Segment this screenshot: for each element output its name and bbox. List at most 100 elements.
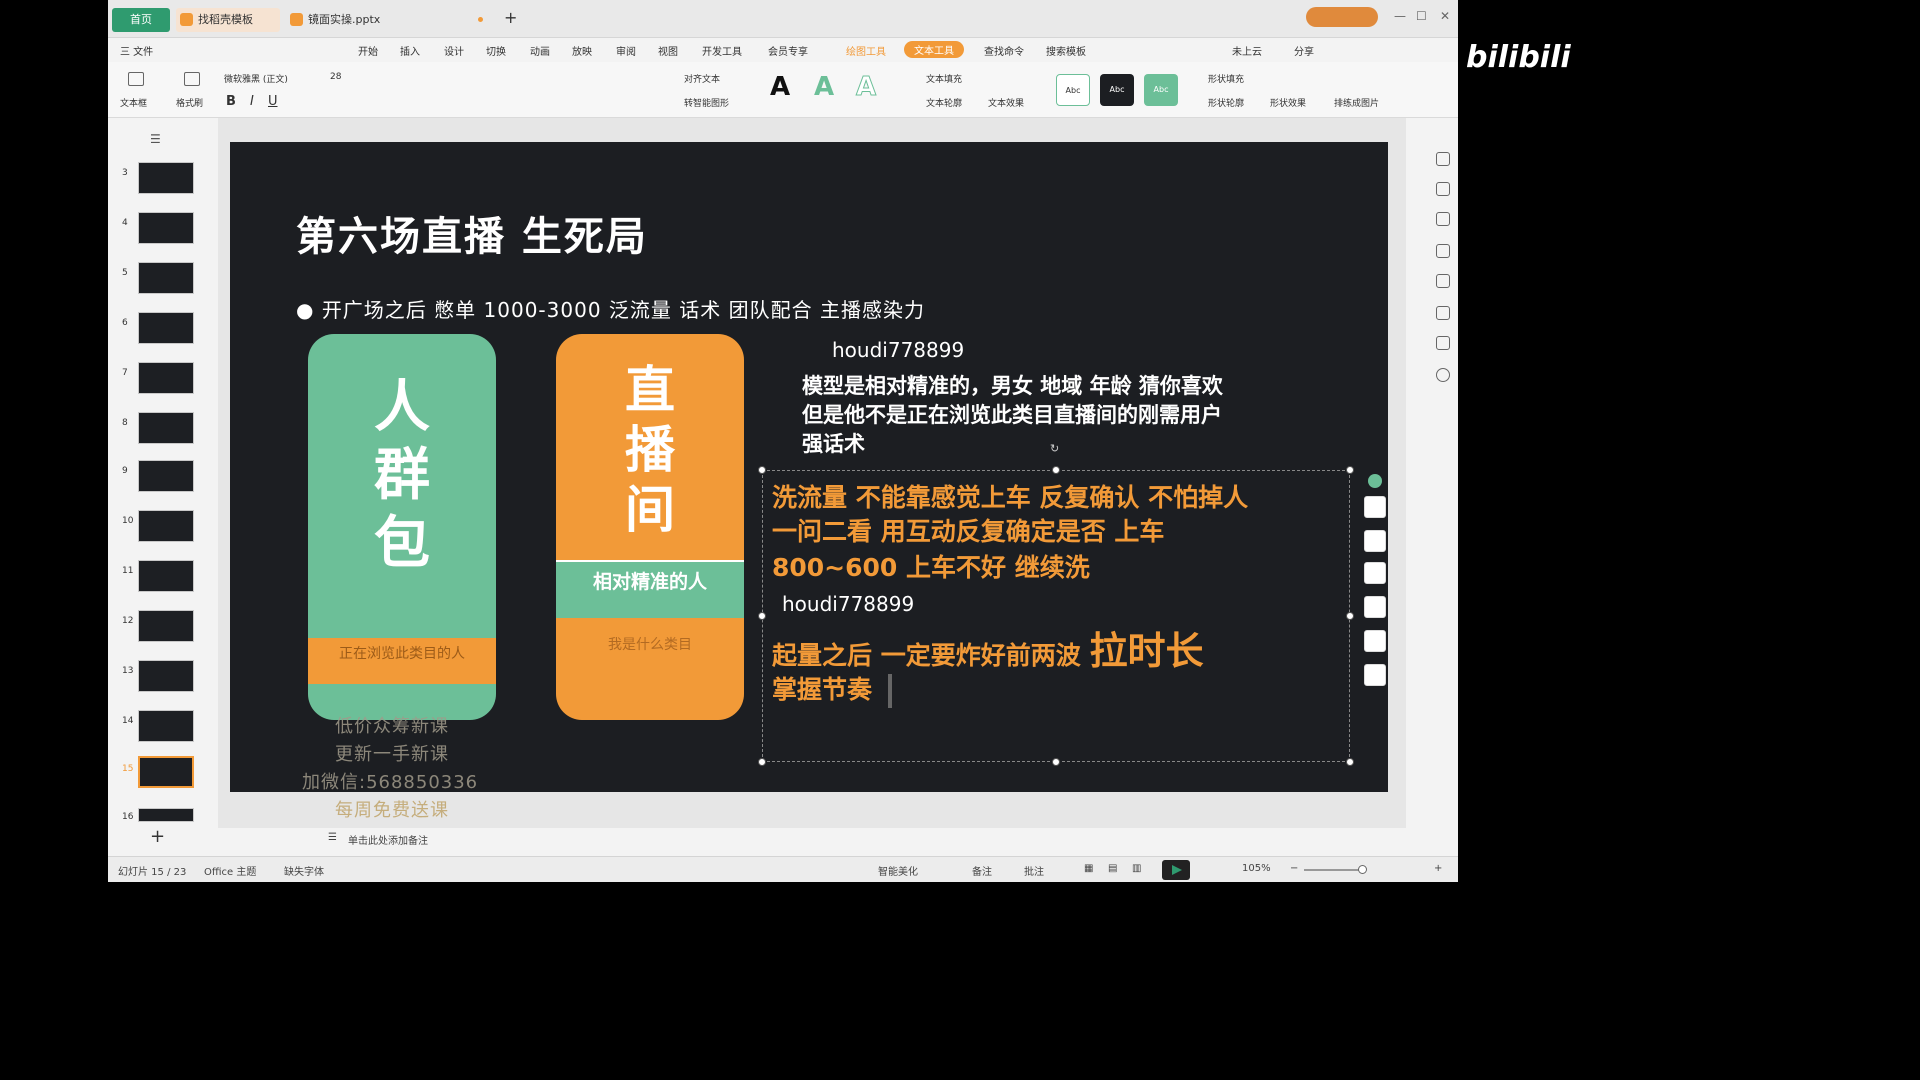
cloud-status[interactable]: 未上云	[1232, 43, 1262, 58]
copy-icon[interactable]	[1436, 244, 1450, 258]
zoom-slider-handle[interactable]	[1358, 865, 1367, 874]
outline-view-icon[interactable]: ☰	[150, 132, 161, 146]
slide-thumbnail[interactable]	[138, 808, 194, 822]
crop-icon[interactable]	[1364, 596, 1386, 618]
menu-file[interactable]: 三 文件	[120, 43, 153, 58]
zoom-level[interactable]: 105%	[1242, 863, 1271, 874]
slide-thumbnail[interactable]	[138, 412, 194, 444]
resize-handle[interactable]	[758, 612, 766, 620]
slide-thumbnail[interactable]	[138, 162, 194, 194]
normal-view-icon[interactable]: ▦	[1084, 863, 1093, 874]
menu-review[interactable]: 审阅	[616, 43, 636, 58]
map-pin-icon[interactable]	[1436, 306, 1450, 320]
text-style-green[interactable]: A	[814, 72, 834, 102]
menu-vip[interactable]: 会员专享	[768, 43, 808, 58]
slide-thumbnail[interactable]	[138, 460, 194, 492]
shape-style-green[interactable]: Abc	[1144, 74, 1178, 106]
slide-thumbnail-current[interactable]	[138, 756, 194, 788]
resize-handle[interactable]	[758, 466, 766, 474]
slide-bullet[interactable]: ● 开广场之后 憋单 1000-3000 泛流量 话术 团队配合 主播感染力	[296, 294, 925, 323]
font-name-select[interactable]: 微软雅黑 (正文)	[224, 72, 288, 85]
align-text-button[interactable]: 对齐文本	[684, 72, 720, 85]
collapse-icon[interactable]	[1368, 474, 1382, 488]
close-icon[interactable]: ✕	[1440, 9, 1450, 23]
resize-handle[interactable]	[1346, 758, 1354, 766]
zoom-out-button[interactable]: −	[1290, 863, 1298, 874]
arrange-button[interactable]: 排练成图片	[1334, 96, 1379, 109]
menu-animation[interactable]: 动画	[530, 43, 550, 58]
eraser-icon[interactable]	[1364, 562, 1386, 584]
beautify-button[interactable]: 智能美化	[878, 863, 918, 878]
slide-thumbnail[interactable]	[138, 262, 194, 294]
grid-view-icon[interactable]: ▤	[1108, 863, 1117, 874]
menu-start[interactable]: 开始	[358, 43, 378, 58]
slide-title[interactable]: 第六场直播 生死局	[296, 204, 648, 262]
zoom-slider[interactable]	[1304, 865, 1367, 874]
location-icon[interactable]	[1364, 630, 1386, 652]
star-icon[interactable]	[1436, 212, 1450, 226]
format-brush-icon[interactable]	[184, 72, 200, 86]
live-room-card[interactable]: 直播间 相对精准的人 我是什么类目	[556, 334, 744, 720]
play-slideshow-button[interactable]	[1162, 860, 1190, 880]
tab-template[interactable]: 找稻壳模板	[176, 8, 280, 32]
layers-icon[interactable]	[1364, 496, 1386, 518]
slide-thumbnail[interactable]	[138, 362, 194, 394]
shape-fill-button[interactable]: 形状填充	[1208, 72, 1244, 85]
text-effect-button[interactable]: 文本效果	[988, 96, 1024, 109]
share-button[interactable]: 分享	[1294, 43, 1314, 58]
pen-icon[interactable]	[1364, 530, 1386, 552]
maximize-icon[interactable]: ☐	[1416, 9, 1427, 23]
menu-design[interactable]: 设计	[444, 43, 464, 58]
shape-style-white[interactable]: Abc	[1056, 74, 1090, 106]
menu-insert[interactable]: 插入	[400, 43, 420, 58]
settings-icon[interactable]	[1436, 182, 1450, 196]
menu-drawing-tools[interactable]: 绘图工具	[846, 43, 886, 58]
text-fill-button[interactable]: 文本填充	[926, 72, 962, 85]
zoom-in-button[interactable]: +	[1434, 863, 1442, 874]
comments-button[interactable]: 批注	[1024, 863, 1044, 878]
shape-style-dark[interactable]: Abc	[1100, 74, 1134, 106]
underline-button[interactable]: U	[268, 94, 278, 109]
resize-handle[interactable]	[1346, 466, 1354, 474]
resize-handle[interactable]	[1346, 612, 1354, 620]
rotate-handle-icon[interactable]: ↻	[1050, 442, 1059, 455]
resize-handle[interactable]	[1052, 466, 1060, 474]
resize-handle[interactable]	[1052, 758, 1060, 766]
slide-thumbnail[interactable]	[138, 510, 194, 542]
menu-developer[interactable]: 开发工具	[702, 43, 742, 58]
notes-bar[interactable]: ☰ 单击此处添加备注	[218, 828, 1406, 850]
new-tab-button[interactable]: +	[504, 8, 517, 27]
bold-button[interactable]: B	[226, 94, 236, 109]
text-style-outline[interactable]: A	[855, 72, 876, 103]
tab-document[interactable]: 镜面实操.pptx	[286, 8, 416, 32]
more-icon[interactable]	[1364, 664, 1386, 686]
textbox-icon[interactable]	[128, 72, 144, 86]
resize-handle[interactable]	[758, 758, 766, 766]
slide-thumbnail[interactable]	[138, 312, 194, 344]
italic-button[interactable]: I	[250, 94, 254, 109]
slide-thumbnail[interactable]	[138, 660, 194, 692]
missing-font-button[interactable]: 缺失字体	[284, 863, 324, 878]
reading-view-icon[interactable]: ▥	[1132, 863, 1141, 874]
find-command[interactable]: 查找命令	[984, 43, 1024, 58]
text-style-black[interactable]: A	[770, 72, 790, 102]
current-slide[interactable]: 第六场直播 生死局 ● 开广场之后 憋单 1000-3000 泛流量 话术 团队…	[230, 142, 1388, 792]
notes-button[interactable]: 备注	[972, 863, 992, 878]
shape-outline-button[interactable]: 形状轮廓	[1208, 96, 1244, 109]
menu-text-tools[interactable]: 文本工具	[904, 41, 964, 58]
text-outline-button[interactable]: 文本轮廓	[926, 96, 962, 109]
book-icon[interactable]	[1436, 336, 1450, 350]
shape-effect-button[interactable]: 形状效果	[1270, 96, 1306, 109]
theme-name[interactable]: Office 主题	[204, 863, 256, 878]
menu-view[interactable]: 视图	[658, 43, 678, 58]
slide-thumbnail[interactable]	[138, 212, 194, 244]
user-account-pill[interactable]	[1306, 7, 1378, 27]
add-slide-button[interactable]: +	[150, 826, 165, 847]
help-icon[interactable]	[1436, 368, 1450, 382]
link-icon[interactable]	[1436, 274, 1450, 288]
pin-icon[interactable]	[1436, 152, 1450, 166]
slide-thumbnail[interactable]	[138, 560, 194, 592]
tab-home[interactable]: 首页	[112, 8, 170, 32]
menu-slideshow[interactable]: 放映	[572, 43, 592, 58]
slide-thumbnail[interactable]	[138, 610, 194, 642]
